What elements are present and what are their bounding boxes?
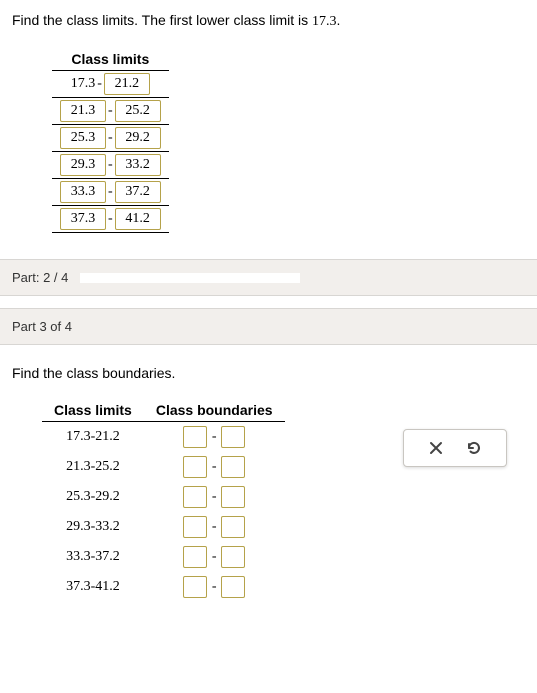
limits-cell: 17.3-21.2 (42, 422, 144, 453)
limit-pair: 33.3 - 37.2 (60, 181, 161, 203)
progress-label-prefix: Part: (12, 270, 43, 285)
progress-label: Part: 2 / 4 (12, 270, 68, 285)
limits-cell: 37.3-41.2 (42, 572, 144, 602)
problem-suffix: . (337, 12, 341, 28)
lower-limit-text: 17.3 (71, 76, 96, 92)
dash: - (107, 184, 114, 200)
class-boundaries-table: Class limits Class boundaries 17.3-21.2 … (42, 399, 285, 602)
dash: - (211, 549, 218, 564)
upper-limit-input[interactable]: 33.2 (115, 154, 161, 176)
limit-pair: 21.3 - 25.2 (60, 100, 161, 122)
start-value: 17.3 (312, 14, 337, 29)
lower-limit-input[interactable]: 25.3 (60, 127, 106, 149)
upper-limit-input[interactable]: 21.2 (104, 73, 150, 95)
limit-pair: 25.3 - 29.2 (60, 127, 161, 149)
lower-limit-input[interactable]: 21.3 (60, 100, 106, 122)
progress-sep: / (50, 270, 61, 285)
undo-icon (465, 439, 483, 457)
lower-limit-input[interactable]: 37.3 (60, 208, 106, 230)
limit-pair: 29.3 - 33.2 (60, 154, 161, 176)
progress-total: 4 (61, 270, 68, 285)
clear-button[interactable] (426, 438, 446, 458)
limit-pair: 37.3 - 41.2 (60, 208, 161, 230)
problem-text-2: Find the class boundaries. (12, 365, 525, 381)
dash: - (211, 459, 218, 474)
boundary-lower-input[interactable] (183, 456, 207, 478)
upper-limit-input[interactable]: 41.2 (115, 208, 161, 230)
progress-track (80, 273, 300, 283)
lower-limit-input[interactable]: 29.3 (60, 154, 106, 176)
toolbar (403, 429, 507, 467)
upper-limit-input[interactable]: 25.2 (115, 100, 161, 122)
upper-limit-input[interactable]: 37.2 (115, 181, 161, 203)
class-limits-table: Class limits 17.3 - 21.2 21.3 - 25.2 25.… (52, 48, 169, 233)
part-header: Part 3 of 4 (0, 308, 537, 345)
upper-limit-input[interactable]: 29.2 (115, 127, 161, 149)
dash: - (211, 429, 218, 444)
x-icon (428, 440, 444, 456)
limits-cell: 21.3-25.2 (42, 452, 144, 482)
reset-button[interactable] (464, 438, 484, 458)
boundary-upper-input[interactable] (221, 486, 245, 508)
boundary-upper-input[interactable] (221, 456, 245, 478)
limits-cell: 29.3-33.2 (42, 512, 144, 542)
boundary-lower-input[interactable] (183, 576, 207, 598)
boundary-lower-input[interactable] (183, 546, 207, 568)
header-class-limits: Class limits (42, 399, 144, 422)
boundary-upper-input[interactable] (221, 426, 245, 448)
dash: - (211, 489, 218, 504)
limits-cell: 33.3-37.2 (42, 542, 144, 572)
problem-text-1: Find the class limits. The first lower c… (12, 12, 525, 30)
problem-prefix: Find the class limits. The first lower c… (12, 12, 312, 28)
boundary-upper-input[interactable] (221, 516, 245, 538)
header-class-boundaries: Class boundaries (144, 399, 285, 422)
dash: - (107, 103, 114, 119)
boundary-upper-input[interactable] (221, 546, 245, 568)
limits-cell: 25.3-29.2 (42, 482, 144, 512)
progress-row: Part: 2 / 4 (0, 259, 537, 296)
dash: - (96, 76, 103, 92)
dash: - (107, 130, 114, 146)
dash: - (107, 211, 114, 227)
boundary-lower-input[interactable] (183, 516, 207, 538)
boundary-upper-input[interactable] (221, 576, 245, 598)
boundary-lower-input[interactable] (183, 426, 207, 448)
limit-pair: 17.3 - 21.2 (71, 73, 150, 95)
dash: - (211, 579, 218, 594)
dash: - (211, 519, 218, 534)
lower-limit-input[interactable]: 33.3 (60, 181, 106, 203)
dash: - (107, 157, 114, 173)
boundary-lower-input[interactable] (183, 486, 207, 508)
class-limits-header: Class limits (52, 48, 169, 71)
